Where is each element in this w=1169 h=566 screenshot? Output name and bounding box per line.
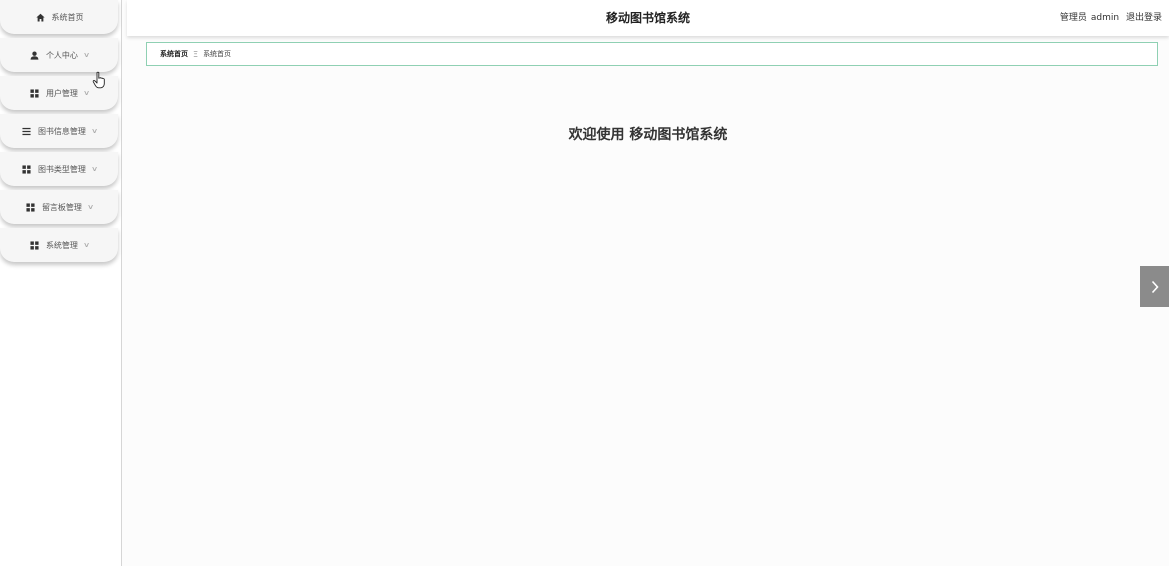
chevron-down-icon: ∨	[82, 241, 91, 249]
list-icon	[21, 126, 32, 137]
sidebar-item-label: 系统管理	[45, 240, 78, 250]
sidebar-item-label: 系统首页	[51, 12, 84, 22]
sidebar-item-label: 图书类型管理	[37, 164, 86, 174]
sidebar-item-personal-center[interactable]: 个人中心 ∨	[0, 38, 118, 72]
sidebar-item-label: 图书信息管理	[37, 126, 86, 136]
chevron-down-icon: ∨	[82, 51, 91, 59]
chevron-down-icon: ∨	[90, 165, 99, 173]
sidebar-item-home[interactable]: 系统首页	[0, 0, 118, 34]
welcome-message: 欢迎使用 移动图书馆系统	[568, 127, 728, 143]
user-area: 管理员 admin 退出登录	[1056, 0, 1162, 36]
grid-icon	[21, 164, 32, 175]
chevron-down-icon: ∨	[86, 203, 95, 211]
breadcrumb: 系统首页 Ξ 系统首页	[146, 42, 1158, 66]
user-icon	[29, 50, 40, 61]
username: admin	[1090, 13, 1120, 23]
grid-icon	[29, 88, 40, 99]
sidebar-item-system-management[interactable]: 系统管理 ∨	[0, 228, 118, 262]
logout-link[interactable]: 退出登录	[1126, 13, 1162, 23]
chevron-down-icon: ∨	[90, 127, 99, 135]
next-page-button[interactable]	[1140, 266, 1169, 307]
user-role: 管理员	[1059, 13, 1087, 23]
top-header: 移动图书馆系统 管理员 admin 退出登录	[127, 0, 1169, 36]
grid-icon	[29, 240, 40, 251]
breadcrumb-home-link[interactable]: 系统首页	[160, 49, 188, 59]
breadcrumb-separator-icon: Ξ	[193, 49, 199, 59]
sidebar-item-label: 用户管理	[45, 88, 78, 98]
sidebar-item-book-info-management[interactable]: 图书信息管理 ∨	[0, 114, 118, 148]
sidebar-item-label: 留言板管理	[41, 202, 82, 212]
sidebar-item-message-board-management[interactable]: 留言板管理 ∨	[0, 190, 118, 224]
hand-pointer-icon	[92, 71, 105, 89]
sidebar-item-book-type-management[interactable]: 图书类型管理 ∨	[0, 152, 118, 186]
home-icon	[35, 12, 46, 23]
sidebar-item-label: 个人中心	[45, 50, 78, 60]
grid-icon	[25, 202, 36, 213]
app-title: 移动图书馆系统	[605, 11, 690, 25]
breadcrumb-current: 系统首页	[203, 50, 232, 58]
chevron-down-icon: ∨	[82, 89, 91, 97]
chevron-right-icon	[1151, 280, 1159, 293]
